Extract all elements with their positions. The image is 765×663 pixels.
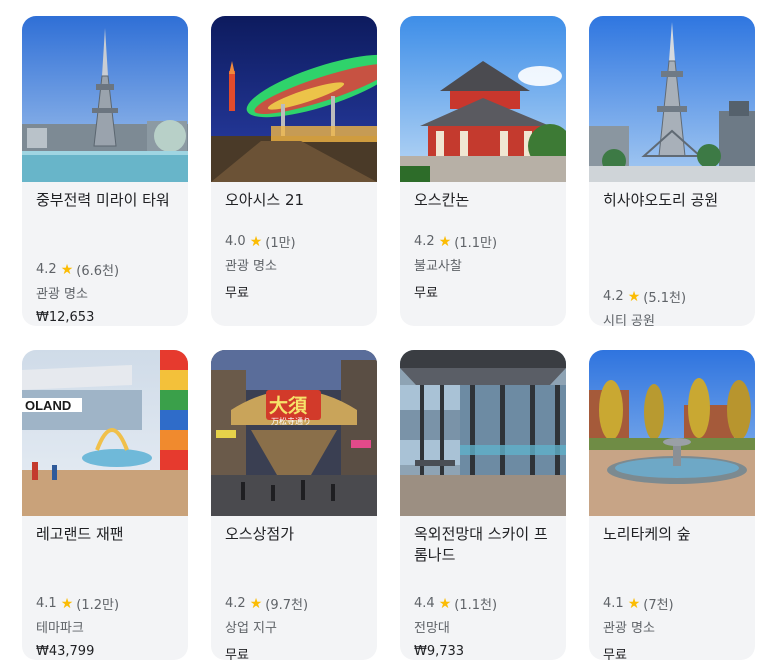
place-photo[interactable]: [589, 16, 755, 182]
star-icon: ★: [627, 595, 641, 612]
place-category: 관광 명소: [36, 287, 88, 302]
star-icon: ★: [249, 233, 263, 250]
legoland-sign: OLAND: [25, 398, 71, 413]
place-card-osu-kannon[interactable]: 오스칸논 4.2 ★ (1.1만) 불교사찰 무료: [400, 16, 566, 326]
place-photo[interactable]: OLAND: [22, 350, 188, 516]
review-count: (1.1천): [454, 598, 498, 613]
shopping-street-sign: 大須: [269, 394, 308, 417]
place-price: ₩12,653: [36, 310, 95, 325]
place-card-hisaya-odori-park[interactable]: 히사야오도리 공원 4.2 ★ (5.1천) 시티 공원: [589, 16, 755, 326]
place-rating: 4.2 ★ (6.6천): [36, 261, 120, 280]
place-card-sky-promenade[interactable]: 옥외전망대 스카이 프롬나드 4.4 ★ (1.1천) 전망대 ₩9,733: [400, 350, 566, 660]
place-rating: 4.2 ★ (9.7천): [225, 595, 309, 614]
place-title: 레고랜드 재팬: [36, 525, 124, 543]
place-card-legoland-japan[interactable]: OLAND 레고랜드 재팬 4.1 ★ (1.2만) 테마파크 ₩43,799: [22, 350, 188, 660]
review-count: (5.1천): [643, 291, 687, 306]
place-card-oasis-21[interactable]: 오아시스 21 4.0 ★ (1만) 관광 명소 무료: [211, 16, 377, 326]
place-title: 중부전력 미라이 타워: [36, 191, 170, 209]
place-price: 무료: [414, 286, 438, 301]
place-rating: 4.2 ★ (5.1천): [603, 288, 687, 307]
review-count: (1만): [265, 236, 296, 251]
place-card-osu-shopping-street[interactable]: 大須 万松寺通り 오스상점가 4.2 ★ (9.7천) 상업 지구 무료: [211, 350, 377, 660]
review-count: (1.1만): [454, 236, 498, 251]
place-title: 오스상점가: [225, 525, 295, 543]
place-price: 무료: [603, 648, 627, 660]
place-photo[interactable]: [22, 16, 188, 182]
place-title: 옥외전망대 스카이 프롬나드: [414, 525, 548, 564]
place-rating: 4.4 ★ (1.1천): [414, 595, 498, 614]
star-icon: ★: [60, 261, 74, 278]
place-category: 관광 명소: [225, 259, 277, 274]
place-rating: 4.1 ★ (7천): [603, 595, 674, 614]
review-count: (7천): [643, 598, 674, 613]
place-price: 무료: [225, 286, 249, 301]
place-title: 노리타케의 숲: [603, 525, 691, 543]
place-photo[interactable]: [400, 350, 566, 516]
star-icon: ★: [438, 233, 452, 250]
place-title: 히사야오도리 공원: [603, 191, 719, 209]
place-title: 오아시스 21: [225, 191, 305, 209]
place-category: 관광 명소: [603, 621, 655, 636]
place-rating: 4.1 ★ (1.2만): [36, 595, 120, 614]
place-category: 테마파크: [36, 621, 84, 636]
place-rating: 4.2 ★ (1.1만): [414, 233, 498, 252]
place-category: 불교사찰: [414, 259, 462, 274]
star-icon: ★: [249, 595, 263, 612]
place-card-noritake-garden[interactable]: 노리타케의 숲 4.1 ★ (7천) 관광 명소 무료: [589, 350, 755, 660]
review-count: (6.6천): [76, 264, 120, 279]
place-category: 전망대: [414, 621, 450, 636]
place-rating: 4.0 ★ (1만): [225, 233, 296, 252]
place-price: ₩43,799: [36, 644, 95, 659]
place-card-mirai-tower[interactable]: 중부전력 미라이 타워 4.2 ★ (6.6천) 관광 명소 ₩12,653: [22, 16, 188, 326]
place-price: 무료: [225, 648, 249, 660]
place-category: 시티 공원: [603, 314, 655, 326]
review-count: (1.2만): [76, 598, 120, 613]
star-icon: ★: [60, 595, 74, 612]
review-count: (9.7천): [265, 598, 309, 613]
place-title: 오스칸논: [414, 191, 470, 209]
star-icon: ★: [627, 288, 641, 305]
place-category: 상업 지구: [225, 621, 277, 636]
place-photo[interactable]: [589, 350, 755, 516]
place-price: ₩9,733: [414, 644, 465, 659]
place-photo[interactable]: [400, 16, 566, 182]
place-photo[interactable]: 大須 万松寺通り: [211, 350, 377, 516]
shopping-street-sub-sign: 万松寺通り: [271, 416, 311, 426]
star-icon: ★: [438, 595, 452, 612]
place-photo[interactable]: [211, 16, 377, 182]
